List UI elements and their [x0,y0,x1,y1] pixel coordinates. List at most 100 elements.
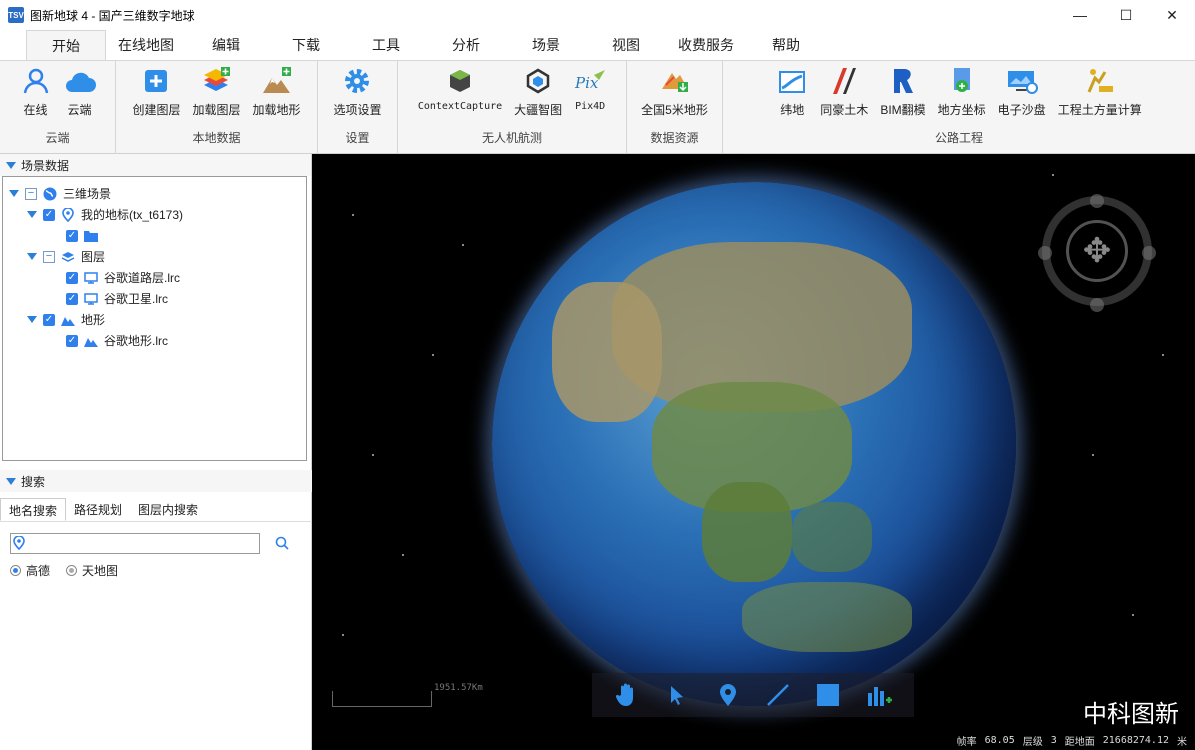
group-local-data: 创建图层 加载图层 加载地形 本地数据 [116,61,318,154]
checkbox[interactable]: ✓ [43,313,55,326]
tab-help[interactable]: 帮助 [746,30,826,60]
weidi-button[interactable]: 纬地 [770,65,814,118]
zoom-in-icon[interactable] [1090,194,1104,208]
tab-analysis[interactable]: 分析 [426,30,506,60]
expand-icon[interactable] [27,211,37,218]
hand-pan-icon[interactable] [613,681,641,709]
tab-download[interactable]: 下载 [266,30,346,60]
expand-icon[interactable] [27,316,37,323]
user-icon [20,65,52,97]
tab-route-planning[interactable]: 路径规划 [66,498,130,521]
load-layer-button[interactable]: 加载图层 [186,65,246,118]
globe-viewport[interactable]: ✥ 1951.57Km 中科图新 [312,154,1195,750]
polygon-draw-icon[interactable] [814,681,842,709]
tab-layer-search[interactable]: 图层内搜索 [130,498,206,521]
earthwork-icon [1084,65,1116,97]
search-icon[interactable] [275,536,291,552]
sandbox-button[interactable]: 电子沙盘 [992,65,1052,118]
zoom-out-icon[interactable] [1090,298,1104,312]
close-button[interactable]: ✕ [1149,0,1195,30]
add-model-icon[interactable] [865,681,893,709]
radio-tianditu-label: 天地图 [82,564,119,578]
scene-tree: − 三维场景 ✓ 我的地标(tx_t6173) ✓ − 图层 ✓ 谷歌道路层.l… [2,176,307,461]
options-button[interactable]: 选项设置 [327,65,387,118]
monitor-icon [84,292,98,306]
group-settings: 选项设置 设置 [318,61,398,154]
radio-amap[interactable] [10,565,21,576]
earth-globe[interactable] [492,182,1016,706]
contextcapture-button[interactable]: ContextCapture [412,65,508,112]
scale-label: 1951.57Km [434,683,483,693]
scene-data-header[interactable]: 场景数据 [0,154,311,176]
partial-checkbox[interactable]: − [25,187,37,200]
cloud-button[interactable]: 云端 [58,65,102,118]
tree-label: 图层 [81,250,106,264]
tab-view[interactable]: 视图 [586,30,666,60]
navigation-compass[interactable]: ✥ [1042,196,1152,306]
tree-node-google-roads[interactable]: ✓ 谷歌道路层.lrc [66,267,180,288]
bim-icon [887,65,919,97]
local-coord-icon [946,65,978,97]
terrain-icon [84,334,98,348]
online-button[interactable]: 在线 [14,65,58,118]
checkbox[interactable]: ✓ [66,271,78,284]
line-draw-icon[interactable] [764,681,792,709]
tab-paid-service[interactable]: 收费服务 [666,30,746,60]
pix4d-button[interactable]: Pix Pix4D [568,65,612,112]
weidi-label: 纬地 [780,103,805,117]
checkbox[interactable]: ✓ [43,208,55,221]
title-bar: TSV 图新地球 4 - 国产三维数字地球 — ☐ ✕ [0,0,1195,30]
partial-checkbox[interactable]: − [43,250,55,263]
tree-node-my-placemarks[interactable]: ✓ 我的地标(tx_t6173) [27,204,183,225]
maximize-button[interactable]: ☐ [1103,0,1149,30]
tree-label: 谷歌卫星.lrc [104,292,168,306]
tree-node-google-satellite[interactable]: ✓ 谷歌卫星.lrc [66,288,168,309]
rotate-right-icon[interactable] [1142,246,1156,260]
radio-tianditu[interactable] [66,565,78,576]
tab-place-search[interactable]: 地名搜索 [0,498,67,521]
placemark-icon[interactable] [714,681,742,709]
checkbox[interactable]: ✓ [66,292,78,305]
dji-terra-button[interactable]: 大疆智图 [508,65,568,118]
app-icon: TSV [8,7,24,23]
pix4d-icon: Pix [574,65,606,97]
checkbox[interactable]: ✓ [66,334,78,347]
create-layer-label: 创建图层 [132,103,181,117]
search-input[interactable] [10,533,260,554]
expand-icon[interactable] [9,190,19,197]
tab-tools[interactable]: 工具 [346,30,426,60]
tree-node-folder[interactable]: ✓ [66,225,104,246]
tree-node-layers[interactable]: − 图层 [27,246,105,267]
pan-arrows-icon[interactable]: ✥ [1066,220,1128,282]
load-terrain-button[interactable]: 加载地形 [247,65,307,118]
tonghao-icon [828,65,860,97]
tree-node-google-terrain[interactable]: ✓ 谷歌地形.lrc [66,330,168,351]
gear-icon [341,65,373,97]
pointer-icon[interactable] [663,681,691,709]
rotate-left-icon[interactable] [1038,246,1052,260]
ribbon: 在线 云端 云端 创建图层 加载图层 加载地形 本地数据 选项设置 设置 Con… [0,60,1195,154]
folder-icon [84,229,98,243]
level-label: 层级 [1022,736,1043,748]
group-drone: ContextCapture 大疆智图 Pix Pix4D 无人机航测 [398,61,627,154]
bim-button[interactable]: BIM翻模 [874,65,931,118]
tonghao-button[interactable]: 同豪土木 [814,65,874,118]
tab-scene[interactable]: 场景 [506,30,586,60]
scene-data-title: 场景数据 [21,158,70,173]
checkbox[interactable]: ✓ [66,229,78,242]
local-coord-button[interactable]: 地方坐标 [932,65,992,118]
tree-node-3d-scene[interactable]: − 三维场景 [9,183,111,204]
tree-node-terrain[interactable]: ✓ 地形 [27,309,105,330]
search-header[interactable]: 搜索 [0,470,312,492]
tab-start[interactable]: 开始 [26,30,106,60]
watermark: 中科图新 [1083,701,1179,728]
expand-icon[interactable] [27,253,37,260]
collapse-icon [6,477,16,485]
tab-online-map[interactable]: 在线地图 [106,30,186,60]
minimize-button[interactable]: — [1057,0,1103,30]
national-terrain-button[interactable]: 全国5米地形 [635,65,714,118]
earthwork-button[interactable]: 工程土方量计算 [1052,65,1148,118]
menu-bar: 开始 在线地图 编辑 下载 工具 分析 场景 视图 收费服务 帮助 [0,30,1195,60]
tab-edit[interactable]: 编辑 [186,30,266,60]
create-layer-button[interactable]: 创建图层 [126,65,186,118]
